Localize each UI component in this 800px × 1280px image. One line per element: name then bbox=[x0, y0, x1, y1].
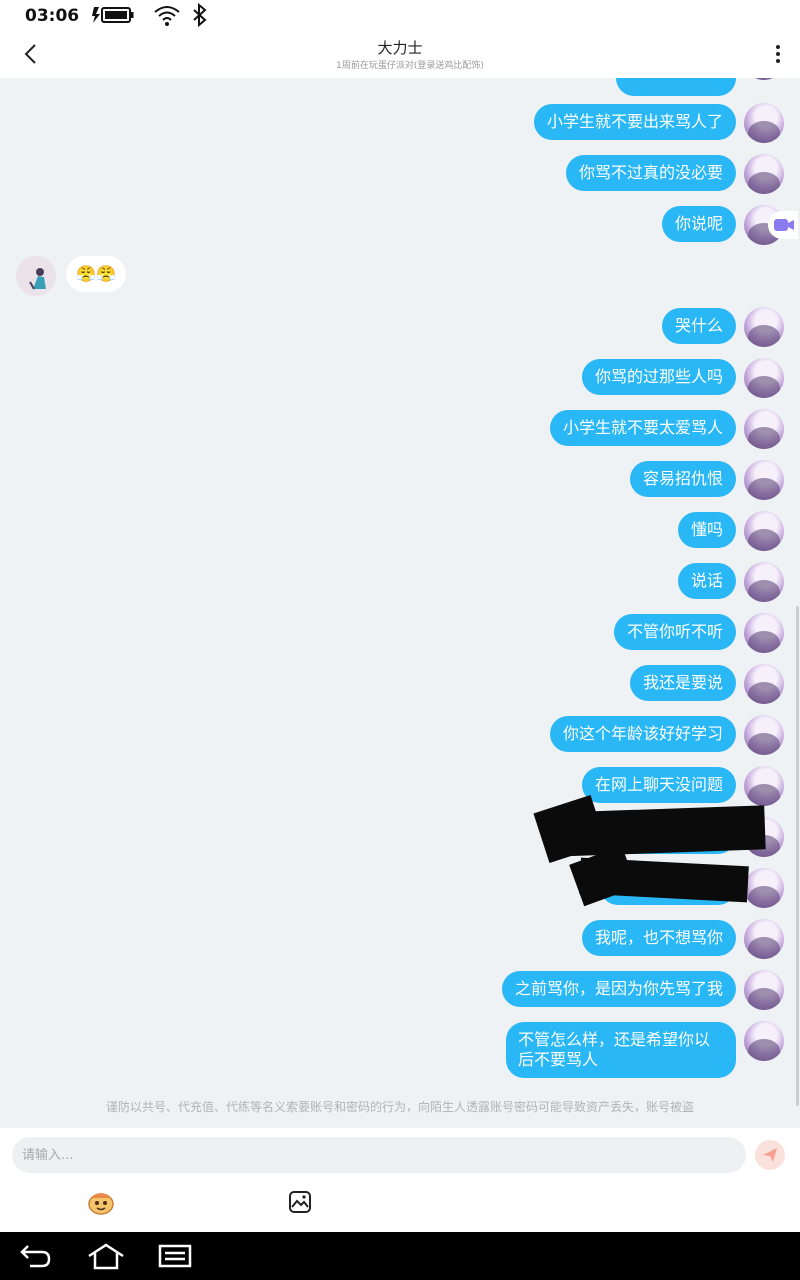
message-bubble[interactable]: 你骂不过真的没必要 bbox=[565, 155, 736, 191]
send-button[interactable] bbox=[755, 1140, 785, 1170]
nav-back-icon[interactable] bbox=[18, 1242, 52, 1270]
message-row: 懂吗 bbox=[0, 511, 800, 551]
my-avatar[interactable] bbox=[744, 919, 784, 959]
message-bubble[interactable]: 哭什么 bbox=[661, 308, 736, 344]
message-bubble[interactable]: 容易招仇恨 bbox=[629, 461, 736, 497]
message-bubble[interactable]: 我呢，也不想骂你 bbox=[581, 920, 736, 956]
message-row: 😤😤 bbox=[0, 256, 800, 296]
status-bar: 03:06 bbox=[0, 0, 800, 30]
emoji-sticker-icon[interactable] bbox=[86, 1188, 116, 1216]
more-options-icon[interactable] bbox=[773, 44, 783, 64]
scrollbar[interactable] bbox=[796, 606, 799, 1106]
contact-status: 1周前在玩蛋仔派对(登录送鸡比配饰) bbox=[336, 61, 484, 71]
message-row: 不管你听不听 bbox=[0, 613, 800, 653]
message-row: 之前骂你，是因为你先骂了我 bbox=[0, 970, 800, 1010]
status-time: 03:06 bbox=[25, 6, 80, 26]
system-nav-bar bbox=[0, 1232, 800, 1280]
bluetooth-icon bbox=[193, 3, 207, 27]
message-input[interactable] bbox=[12, 1137, 746, 1173]
message-row: 容易招仇恨 bbox=[0, 460, 800, 500]
video-camera-icon bbox=[774, 219, 794, 231]
my-avatar[interactable] bbox=[744, 715, 784, 755]
send-icon bbox=[763, 1148, 777, 1162]
message-row: 我呢，也不想骂你 bbox=[0, 919, 800, 959]
message-bubble[interactable]: 不管你听不听 bbox=[613, 614, 736, 650]
my-avatar[interactable] bbox=[744, 1021, 784, 1061]
input-bar bbox=[0, 1128, 800, 1232]
message-row: 你骂不过真的没必要 bbox=[0, 154, 800, 194]
message-bubble[interactable]: 懂吗 bbox=[677, 512, 736, 548]
my-avatar[interactable] bbox=[744, 409, 784, 449]
battery-charging-icon bbox=[92, 7, 134, 23]
security-notice: 谨防以共号、代充值、代练等名义索要账号和密码的行为，向陌生人透露账号密码可能导致… bbox=[105, 1100, 694, 1114]
message-list[interactable]: 小学生就不要出来骂人了 你骂不过真的没必要 你说呢 😤😤 哭什么 你骂的过那些人… bbox=[0, 78, 800, 1128]
message-bubble[interactable]: 我还是要说 bbox=[629, 665, 736, 701]
nav-home-icon[interactable] bbox=[86, 1242, 126, 1270]
chat-header: 大力士 1周前在玩蛋仔派对(登录送鸡比配饰) bbox=[0, 30, 800, 78]
message-row: 我还是要说 bbox=[0, 664, 800, 704]
message-row bbox=[0, 78, 800, 96]
message-row: 你骂的过那些人吗 bbox=[0, 358, 800, 398]
wifi-icon bbox=[154, 6, 180, 26]
message-row: 小学生就不要太爱骂人 bbox=[0, 409, 800, 449]
message-row: 说话 bbox=[0, 562, 800, 602]
message-bubble[interactable]: 不管怎么样，还是希望你以后不要骂人 bbox=[506, 1022, 736, 1078]
message-bubble[interactable]: 你这个年龄该好好学习 bbox=[549, 716, 736, 752]
my-avatar[interactable] bbox=[744, 358, 784, 398]
message-bubble[interactable]: 你说呢 bbox=[661, 206, 736, 242]
message-bubble[interactable]: 说话 bbox=[677, 563, 736, 599]
message-row: 哭什么 bbox=[0, 307, 800, 347]
contact-avatar[interactable] bbox=[16, 256, 56, 296]
video-call-button[interactable] bbox=[768, 211, 798, 239]
contact-avatar-figure-icon bbox=[29, 268, 46, 290]
my-avatar[interactable] bbox=[744, 103, 784, 143]
message-row: 你这个年龄该好好学习 bbox=[0, 715, 800, 755]
message-row bbox=[0, 795, 800, 863]
my-avatar[interactable] bbox=[744, 511, 784, 551]
message-bubble-partial bbox=[616, 78, 736, 96]
my-avatar[interactable] bbox=[744, 307, 784, 347]
message-row: 不管怎么样，还是希望你以后不要骂人 bbox=[0, 1021, 800, 1078]
message-bubble[interactable]: 小学生就不要太爱骂人 bbox=[549, 410, 736, 446]
message-bubble-incoming[interactable]: 😤😤 bbox=[66, 256, 126, 292]
my-avatar[interactable] bbox=[744, 868, 784, 908]
my-avatar[interactable] bbox=[744, 613, 784, 653]
my-avatar[interactable] bbox=[744, 78, 784, 80]
my-avatar[interactable] bbox=[744, 970, 784, 1010]
message-row: 你说呢 bbox=[0, 205, 800, 245]
message-bubble[interactable]: 在网上聊天没问题 bbox=[581, 767, 736, 803]
nav-recents-icon[interactable] bbox=[158, 1242, 192, 1270]
message-row: 小学生就不要出来骂人了 bbox=[0, 103, 800, 143]
message-row bbox=[0, 845, 800, 908]
my-avatar[interactable] bbox=[744, 766, 784, 806]
contact-name: 大力士 bbox=[377, 39, 423, 57]
image-icon[interactable] bbox=[288, 1190, 312, 1214]
message-bubble[interactable]: 之前骂你，是因为你先骂了我 bbox=[501, 971, 736, 1007]
my-avatar[interactable] bbox=[744, 460, 784, 500]
my-avatar[interactable] bbox=[744, 664, 784, 704]
my-avatar[interactable] bbox=[744, 562, 784, 602]
my-avatar[interactable] bbox=[744, 154, 784, 194]
message-bubble[interactable]: 你骂的过那些人吗 bbox=[581, 359, 736, 395]
message-bubble[interactable]: 小学生就不要出来骂人了 bbox=[533, 104, 736, 140]
message-row: 在网上聊天没问题 bbox=[0, 766, 800, 806]
